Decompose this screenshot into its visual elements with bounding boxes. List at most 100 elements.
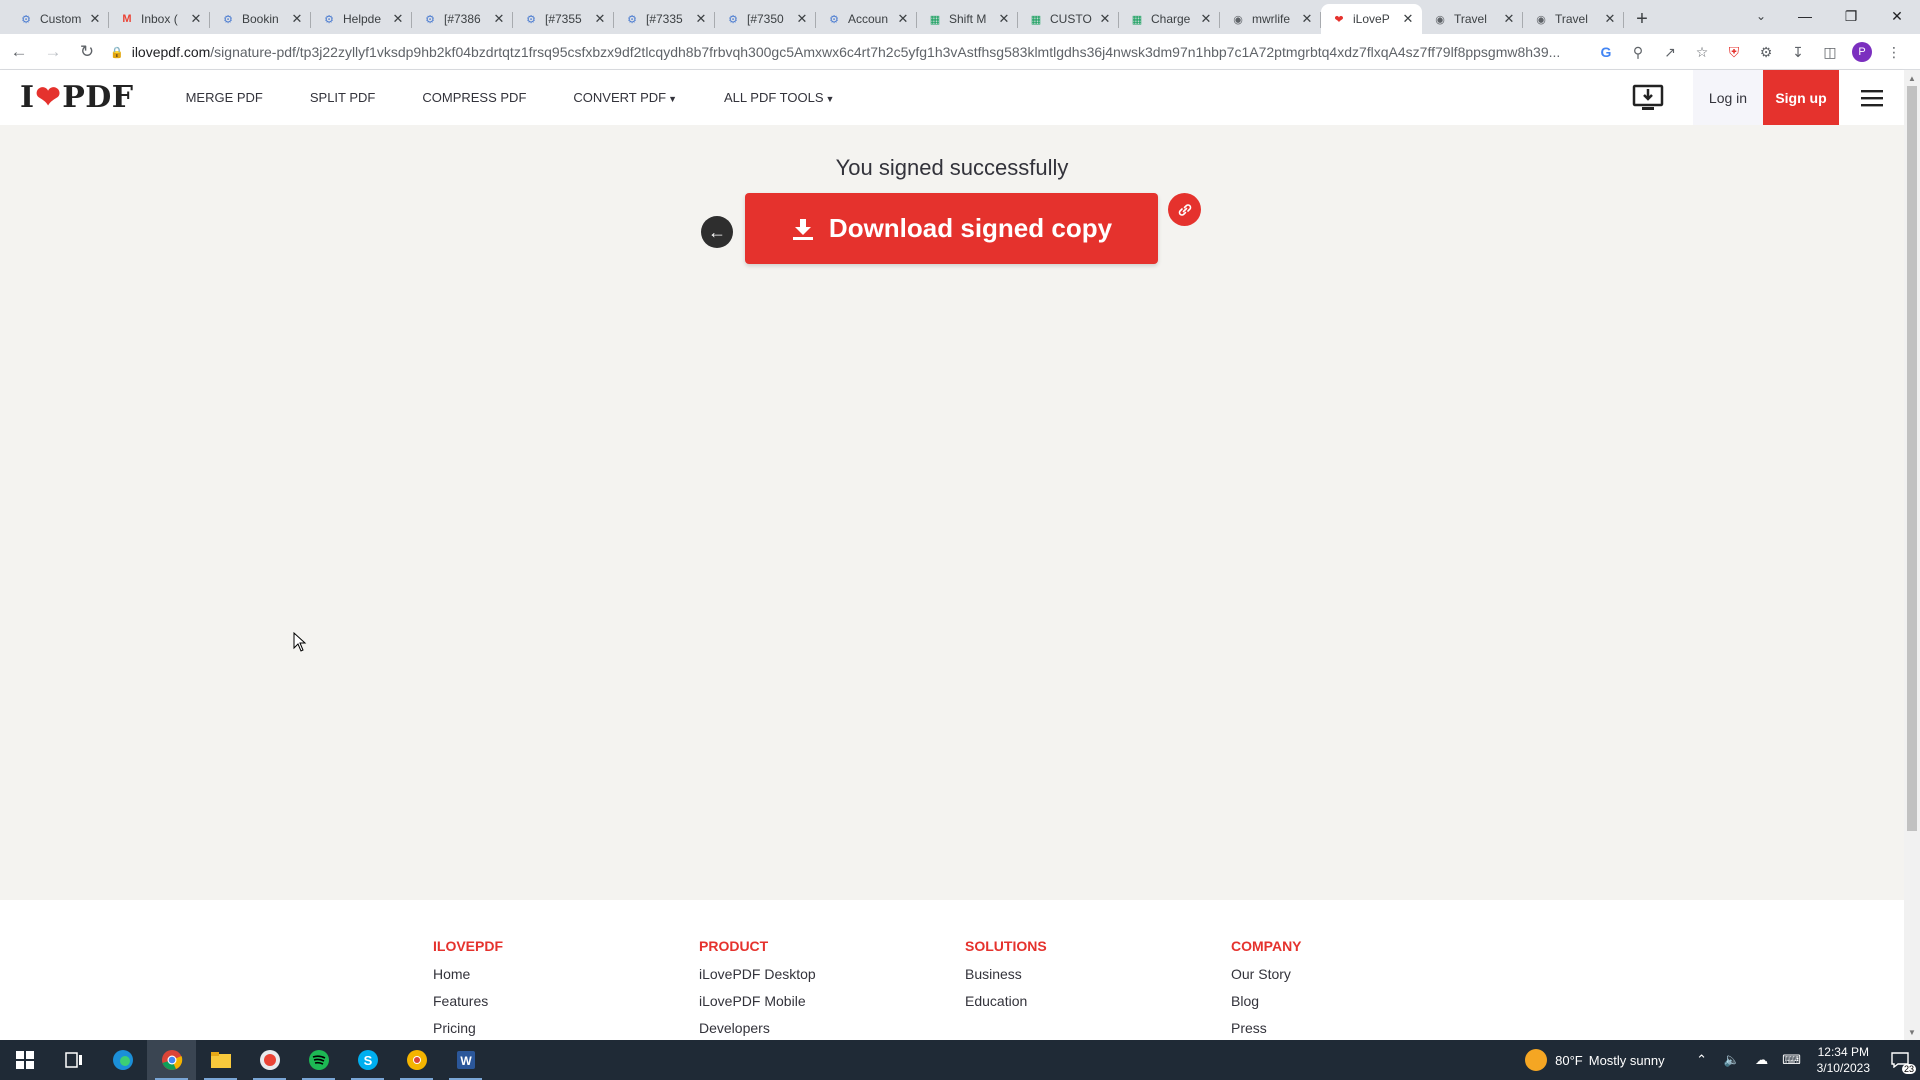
- close-tab-icon[interactable]: ✕: [1299, 11, 1315, 27]
- scroll-down-icon[interactable]: ▼: [1904, 1024, 1920, 1040]
- browser-tab[interactable]: ⚙ [#7386 ✕: [412, 4, 513, 34]
- notification-center-icon[interactable]: 23: [1880, 1040, 1920, 1080]
- browser-tab[interactable]: ⚙ Accoun ✕: [816, 4, 917, 34]
- side-panel-icon[interactable]: ◫: [1814, 38, 1846, 66]
- reload-icon[interactable]: ↻: [72, 37, 102, 67]
- nav-item-label: ALL PDF TOOLS: [724, 90, 824, 105]
- close-tab-icon[interactable]: ✕: [87, 11, 103, 27]
- spotify-icon[interactable]: [294, 1040, 343, 1080]
- footer-link[interactable]: iLovePDF Desktop: [699, 966, 816, 982]
- footer-link[interactable]: Features: [433, 993, 503, 1009]
- chevron-up-icon[interactable]: ⌃: [1687, 1040, 1717, 1080]
- browser-tab[interactable]: ⚙ Helpde ✕: [311, 4, 412, 34]
- close-tab-icon[interactable]: ✕: [895, 11, 911, 27]
- browser-tab[interactable]: M Inbox (✕: [109, 4, 210, 34]
- footer-link[interactable]: Education: [965, 993, 1047, 1009]
- chrome-icon[interactable]: [147, 1040, 196, 1080]
- close-tab-icon[interactable]: ✕: [794, 11, 810, 27]
- lock-icon[interactable]: 🔒: [110, 46, 124, 59]
- close-tab-icon[interactable]: ✕: [1198, 11, 1214, 27]
- footer-link[interactable]: Press: [1231, 1020, 1302, 1036]
- browser-tab[interactable]: ❤ iLoveP ✕: [1321, 4, 1422, 34]
- download-signed-copy-button[interactable]: Download signed copy: [745, 193, 1158, 264]
- page-scrollbar[interactable]: ▲ ▼: [1904, 70, 1920, 1040]
- desktop-app-icon[interactable]: [1628, 70, 1668, 125]
- footer-link[interactable]: Pricing: [433, 1020, 503, 1036]
- browser-tab[interactable]: ▦ Shift M ✕: [917, 4, 1018, 34]
- close-tab-icon[interactable]: ✕: [996, 11, 1012, 27]
- footer-link[interactable]: Blog: [1231, 993, 1302, 1009]
- footer-link[interactable]: iLovePDF Mobile: [699, 993, 816, 1009]
- browser-tab[interactable]: ⚙ [#7335 ✕: [614, 4, 715, 34]
- close-tab-icon[interactable]: ✕: [390, 11, 406, 27]
- tab-search-icon[interactable]: ⌄: [1747, 4, 1775, 28]
- bookmark-star-icon[interactable]: ☆: [1686, 38, 1718, 66]
- address-bar[interactable]: 🔒 ilovepdf.com /signature-pdf/tp3j22zyll…: [110, 38, 1575, 66]
- nav-item-compress-pdf[interactable]: COMPRESS PDF: [422, 90, 526, 105]
- browser-tab[interactable]: ◉ Travel ✕: [1523, 4, 1624, 34]
- nav-item-convert-pdf[interactable]: CONVERT PDF ▼: [573, 90, 677, 105]
- scroll-thumb[interactable]: [1907, 86, 1917, 831]
- share-link-button[interactable]: [1168, 193, 1201, 226]
- footer-link[interactable]: Business: [965, 966, 1047, 982]
- close-tab-icon[interactable]: ✕: [1501, 11, 1517, 27]
- taskbar-clock[interactable]: 12:34 PM 3/10/2023: [1817, 1044, 1870, 1076]
- onedrive-icon[interactable]: ☁: [1747, 1040, 1777, 1080]
- close-tab-icon[interactable]: ✕: [693, 11, 709, 27]
- windows-start-icon[interactable]: [0, 1040, 49, 1080]
- chat-app-icon[interactable]: [245, 1040, 294, 1080]
- file-explorer-icon[interactable]: [196, 1040, 245, 1080]
- volume-icon[interactable]: 🔈: [1717, 1040, 1747, 1080]
- nav-item-split-pdf[interactable]: SPLIT PDF: [310, 90, 376, 105]
- profile-avatar[interactable]: P: [1846, 38, 1878, 66]
- browser-tab[interactable]: ▦ Charge ✕: [1119, 4, 1220, 34]
- close-window-icon[interactable]: ✕: [1874, 0, 1920, 32]
- nav-item-all-pdf-tools[interactable]: ALL PDF TOOLS ▼: [724, 90, 834, 105]
- close-tab-icon[interactable]: ✕: [1400, 11, 1416, 27]
- browser-tab[interactable]: ◉ Travel ✕: [1422, 4, 1523, 34]
- new-tab-button[interactable]: +: [1628, 4, 1656, 34]
- scroll-up-icon[interactable]: ▲: [1904, 70, 1920, 86]
- browser-tab[interactable]: ⚙ Bookin ✕: [210, 4, 311, 34]
- browser-tab[interactable]: ⚙ Custom ✕: [8, 4, 109, 34]
- word-icon[interactable]: W: [441, 1040, 490, 1080]
- restore-icon[interactable]: ❐: [1828, 0, 1874, 32]
- close-tab-icon[interactable]: ✕: [188, 11, 204, 27]
- task-view-icon[interactable]: [49, 1040, 98, 1080]
- nav-item-label: MERGE PDF: [185, 90, 263, 105]
- browser-tab[interactable]: ⚙ [#7355 ✕: [513, 4, 614, 34]
- extension-shield-icon[interactable]: ⛨: [1718, 38, 1750, 66]
- downloads-icon[interactable]: ↧: [1782, 38, 1814, 66]
- link-icon: [1178, 203, 1191, 216]
- forward-icon[interactable]: →: [38, 37, 68, 67]
- footer-link[interactable]: Our Story: [1231, 966, 1302, 982]
- browser-menu-icon[interactable]: ⋮: [1878, 38, 1910, 66]
- share-icon[interactable]: ↗: [1654, 38, 1686, 66]
- hamburger-menu-icon[interactable]: [1839, 70, 1904, 125]
- browser-tab[interactable]: ▦ CUSTO ✕: [1018, 4, 1119, 34]
- minimize-icon[interactable]: —: [1782, 0, 1828, 32]
- close-tab-icon[interactable]: ✕: [289, 11, 305, 27]
- close-tab-icon[interactable]: ✕: [491, 11, 507, 27]
- skype-icon[interactable]: S: [343, 1040, 392, 1080]
- close-tab-icon[interactable]: ✕: [1602, 11, 1618, 27]
- nav-item-merge-pdf[interactable]: MERGE PDF: [186, 90, 263, 105]
- browser-tab[interactable]: ⚙ [#7350 ✕: [715, 4, 816, 34]
- footer-link[interactable]: Developers: [699, 1020, 816, 1036]
- weather-widget[interactable]: 80°F Mostly sunny: [1525, 1049, 1665, 1071]
- back-icon[interactable]: ←: [4, 37, 34, 67]
- footer-link[interactable]: Home: [433, 966, 503, 982]
- close-tab-icon[interactable]: ✕: [592, 11, 608, 27]
- back-arrow-button[interactable]: ←: [701, 216, 733, 248]
- signup-button[interactable]: Sign up: [1763, 70, 1839, 125]
- close-tab-icon[interactable]: ✕: [1097, 11, 1113, 27]
- zoom-icon[interactable]: ⚲: [1622, 38, 1654, 66]
- browser-tab[interactable]: ◉ mwrlife ✕: [1220, 4, 1321, 34]
- login-button[interactable]: Log in: [1693, 70, 1763, 125]
- google-lens-icon[interactable]: G: [1590, 38, 1622, 66]
- extensions-puzzle-icon[interactable]: ⚙: [1750, 38, 1782, 66]
- ilovepdf-logo[interactable]: I ❤ PDF: [20, 80, 134, 115]
- keyboard-icon[interactable]: ⌨: [1777, 1040, 1807, 1080]
- edge-icon[interactable]: [98, 1040, 147, 1080]
- chrome-canary-icon[interactable]: [392, 1040, 441, 1080]
